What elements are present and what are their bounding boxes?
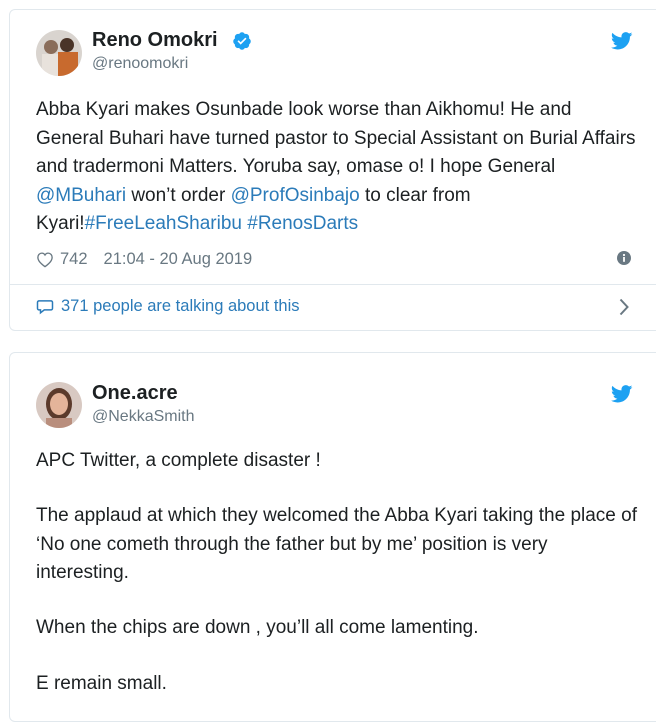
- display-name[interactable]: Reno Omokri: [92, 29, 218, 52]
- handle[interactable]: @NekkaSmith: [92, 408, 195, 426]
- mention-mbuhari-link[interactable]: @MBuhari: [36, 185, 126, 206]
- twitter-bird-icon[interactable]: [611, 32, 633, 50]
- tweet-paragraph: The applaud at which they welcomed the A…: [36, 505, 637, 583]
- tweet-text: Abba Kyari makes Osunbade look worse tha…: [36, 99, 636, 234]
- tweet-paragraph: APC Twitter, a complete disaster !: [36, 450, 321, 471]
- mention-profosinbajo-link[interactable]: @ProfOsinbajo: [231, 185, 360, 206]
- like-count[interactable]: 742: [60, 250, 88, 269]
- handle[interactable]: @renoomokri: [92, 55, 188, 73]
- avatar[interactable]: [36, 382, 82, 428]
- hashtag-renosdarts-link[interactable]: #RenosDarts: [247, 213, 358, 234]
- divider: [10, 284, 656, 285]
- display-name[interactable]: One.acre: [92, 382, 178, 405]
- tweet-card-renoomokri[interactable]: Reno Omokri @renoomokri Abba Kyari makes…: [9, 9, 656, 331]
- heart-icon[interactable]: [36, 251, 54, 268]
- chevron-right-icon[interactable]: [619, 298, 629, 316]
- conversation-link[interactable]: 371 people are talking about this: [36, 297, 300, 316]
- hashtag-freeleahsharibu-link[interactable]: #FreeLeahSharibu: [85, 213, 242, 234]
- tweet-card-nekkasmith[interactable]: One.acre @NekkaSmith APC Twitter, a comp…: [9, 352, 656, 722]
- tweet-paragraph: When the chips are down , you’ll all com…: [36, 617, 479, 638]
- timestamp[interactable]: 21:04 - 20 Aug 2019: [104, 250, 253, 269]
- talking-count-label: 371 people are talking about this: [61, 297, 300, 315]
- info-icon[interactable]: [617, 251, 631, 265]
- tweet-meta: 742 21:04 - 20 Aug 2019: [36, 250, 252, 269]
- speech-bubble-icon: [36, 300, 54, 315]
- twitter-bird-icon[interactable]: [611, 385, 633, 403]
- verified-badge-icon: [233, 32, 251, 50]
- tweet-paragraph: E remain small.: [36, 673, 167, 694]
- avatar[interactable]: [36, 30, 82, 76]
